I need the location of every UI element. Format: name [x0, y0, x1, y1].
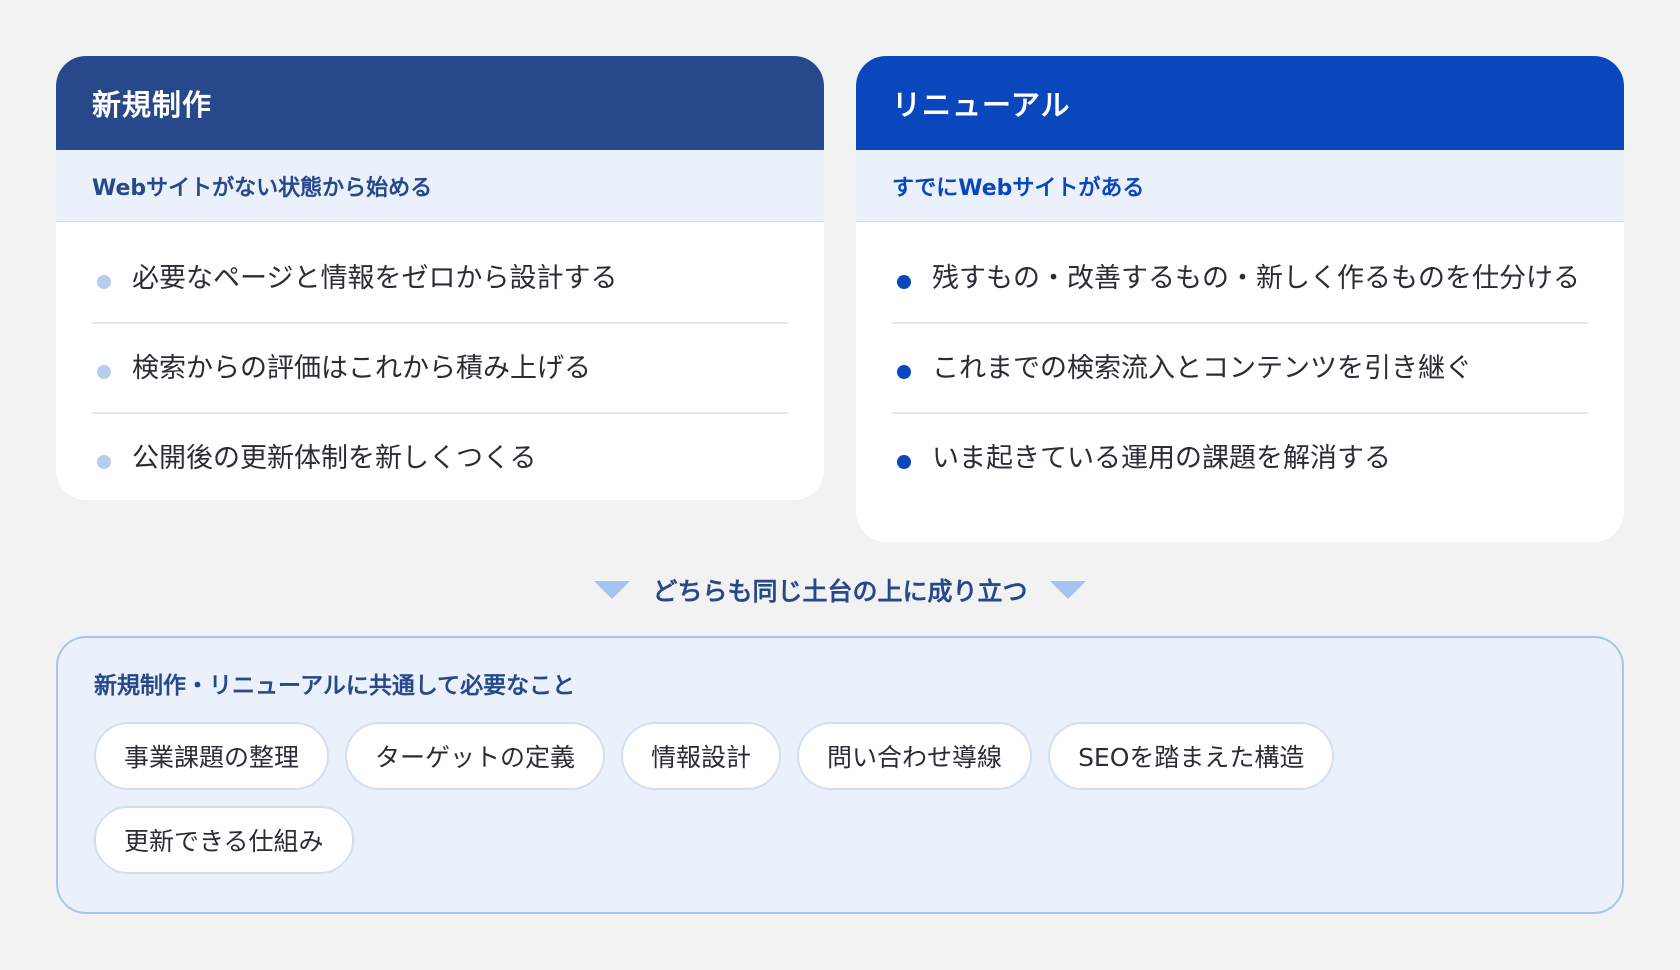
connector-label: どちらも同じ土台の上に成り立つ	[652, 577, 1028, 606]
requirement-chip: 問い合わせ導線	[797, 722, 1033, 790]
comparison-stage: 新規制作 Webサイトがない状態から始める 必要なページと情報をゼロから設計する…	[0, 0, 1680, 970]
requirement-chip: ターゲットの定義	[345, 722, 606, 790]
renewal-title: リニューアル	[856, 56, 1624, 150]
common-requirements-panel: 新規制作・リニューアルに共通して必要なこと 事業課題の整理 ターゲットの定義 情…	[56, 636, 1624, 914]
list-item-text: いま起きている運用の課題を解消する	[932, 443, 1391, 474]
requirement-chip: 情報設計	[621, 722, 782, 790]
list-item: いま起きている運用の課題を解消する	[892, 414, 1588, 502]
renewal-subtitle: すでにWebサイトがある	[856, 150, 1624, 222]
list-item-text: 検索からの評価はこれから積み上げる	[132, 353, 591, 384]
list-item: これまでの検索流入とコンテンツを引き継ぐ	[892, 324, 1588, 414]
new-build-card: 新規制作 Webサイトがない状態から始める 必要なページと情報をゼロから設計する…	[56, 56, 824, 500]
requirement-chip: 事業課題の整理	[94, 722, 330, 790]
list-item-text: 必要なページと情報をゼロから設計する	[132, 263, 618, 294]
new-build-title: 新規制作	[56, 56, 824, 150]
common-requirements-title: 新規制作・リニューアルに共通して必要なこと	[94, 673, 576, 699]
triangle-down-icon	[1049, 581, 1086, 599]
renewal-list: 残すもの・改善するもの・新しく作るものを仕分ける これまでの検索流入とコンテンツ…	[856, 222, 1624, 502]
requirement-chip: 更新できる仕組み	[94, 806, 354, 874]
renewal-card: リニューアル すでにWebサイトがある 残すもの・改善するもの・新しく作るものを…	[856, 56, 1624, 542]
bullet-dot-icon	[897, 275, 911, 289]
list-item: 残すもの・改善するもの・新しく作るものを仕分ける	[892, 234, 1588, 324]
list-item-text: これまでの検索流入とコンテンツを引き継ぐ	[932, 353, 1472, 384]
list-item-text: 公開後の更新体制を新しくつくる	[132, 443, 537, 474]
bullet-dot-icon	[97, 365, 111, 379]
new-build-list: 必要なページと情報をゼロから設計する 検索からの評価はこれから積み上げる 公開後…	[56, 222, 824, 500]
bullet-dot-icon	[897, 365, 911, 379]
new-build-subtitle: Webサイトがない状態から始める	[56, 150, 824, 222]
triangle-down-icon	[594, 581, 631, 599]
list-item: 検索からの評価はこれから積み上げる	[92, 324, 788, 414]
list-item: 必要なページと情報をゼロから設計する	[92, 234, 788, 324]
requirement-chip: SEOを踏まえた構造	[1048, 722, 1335, 790]
list-item-text: 残すもの・改善するもの・新しく作るものを仕分ける	[932, 263, 1580, 294]
bullet-dot-icon	[97, 455, 111, 469]
list-item: 公開後の更新体制を新しくつくる	[92, 414, 788, 500]
bullet-dot-icon	[97, 275, 111, 289]
requirement-chip-list: 事業課題の整理 ターゲットの定義 情報設計 問い合わせ導線 SEOを踏まえた構造…	[94, 722, 1394, 874]
shared-foundation-connector: どちらも同じ土台の上に成り立つ	[0, 566, 1680, 614]
bullet-dot-icon	[897, 455, 911, 469]
